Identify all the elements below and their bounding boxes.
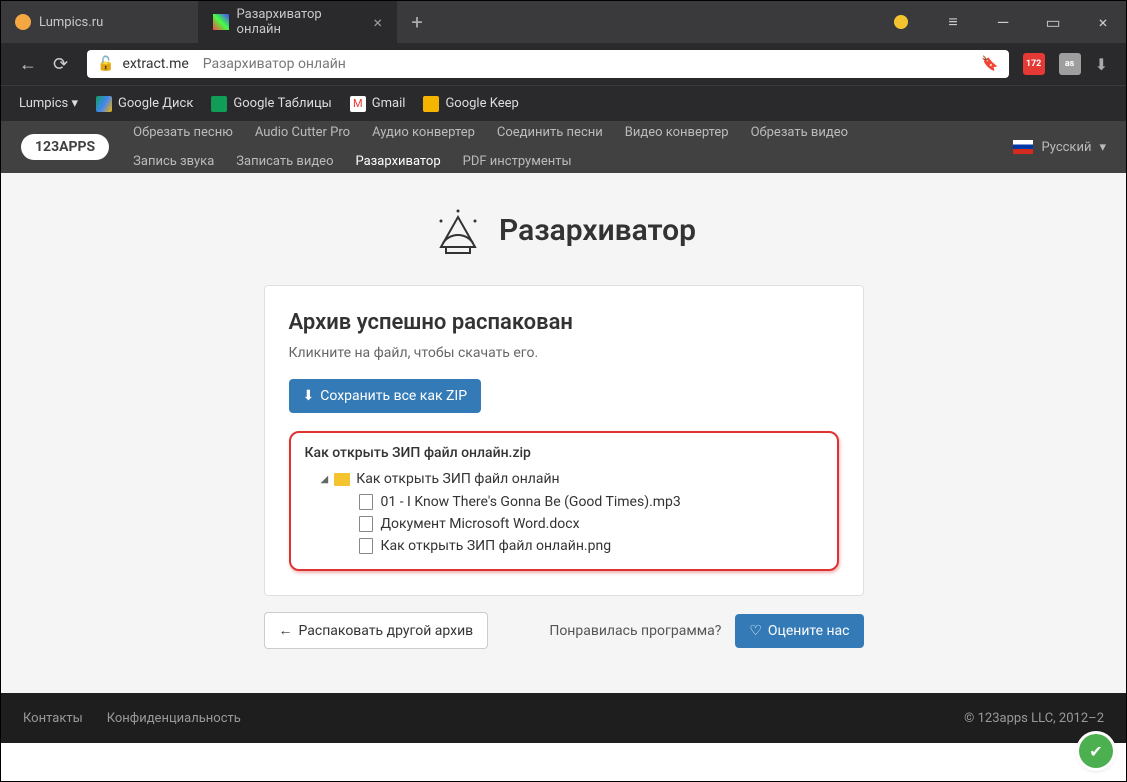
tree-file[interactable]: Документ Microsoft Word.docx bbox=[305, 513, 823, 535]
tree-file[interactable]: 01 - I Know There's Gonna Be (Good Times… bbox=[305, 491, 823, 513]
keep-icon bbox=[423, 96, 439, 112]
arrow-left-icon: ← bbox=[279, 622, 293, 639]
bookmark-gmail[interactable]: M Gmail bbox=[350, 96, 406, 112]
bookmark-drive[interactable]: Google Диск bbox=[96, 96, 193, 112]
topnav-links: Обрезать песню Audio Cutter Pro Аудио ко… bbox=[133, 121, 853, 174]
footer-copyright: © 123apps LLC, 2012–2 bbox=[964, 711, 1104, 726]
status-dot-icon bbox=[894, 15, 908, 29]
tab-label: Lumpics.ru bbox=[39, 15, 103, 30]
back-button[interactable]: ← bbox=[19, 54, 39, 75]
flag-ru-icon bbox=[1013, 140, 1033, 154]
main-content: Разархиватор Архив успешно распакован Кл… bbox=[1, 173, 1126, 693]
calendar-ext-icon[interactable]: 172 bbox=[1023, 53, 1045, 75]
address-bar: ← ⟳ 🔓 extract.me Разархиватор онлайн 🔖 1… bbox=[1, 43, 1126, 85]
maximize-button[interactable]: ▭ bbox=[1030, 1, 1076, 43]
rainbow-icon bbox=[213, 14, 229, 30]
actions-row: ← Распаковать другой архив Понравилась п… bbox=[264, 612, 864, 649]
collapse-icon[interactable]: ◢ bbox=[321, 474, 329, 485]
download-icon[interactable]: ⬇ bbox=[1095, 55, 1108, 74]
footer-privacy[interactable]: Конфиденциальность bbox=[107, 711, 241, 726]
close-icon[interactable]: × bbox=[373, 13, 382, 32]
new-tab-button[interactable]: + bbox=[397, 1, 437, 43]
drive-icon bbox=[96, 96, 112, 112]
bookmarks-bar: Lumpics ▾ Google Диск Google Таблицы M Gm… bbox=[1, 85, 1126, 121]
nav-link[interactable]: Аудио конвертер bbox=[372, 121, 475, 144]
language-label: Русский bbox=[1041, 140, 1091, 155]
gmail-icon: M bbox=[350, 96, 366, 112]
heart-icon: ♡ bbox=[749, 623, 762, 639]
card-subtext: Кликните на файл, чтобы скачать его. bbox=[289, 345, 839, 361]
hero: Разархиватор bbox=[1, 203, 1126, 257]
audio-file-icon bbox=[359, 494, 373, 510]
bookmark-icon[interactable]: 🔖 bbox=[981, 56, 998, 72]
nav-link[interactable]: PDF инструменты bbox=[463, 150, 572, 173]
result-card: Архив успешно распакован Кликните на фай… bbox=[264, 285, 864, 596]
lastfm-ext-icon[interactable]: as bbox=[1059, 53, 1081, 75]
globe-icon bbox=[15, 14, 31, 30]
chevron-down-icon: ▾ bbox=[1099, 140, 1106, 155]
window-controls: ≡ — ▭ × bbox=[894, 1, 1126, 43]
button-label: Сохранить все как ZIP bbox=[320, 388, 467, 404]
file-label: 01 - I Know There's Gonna Be (Good Times… bbox=[381, 494, 681, 510]
rainbow-box-icon bbox=[431, 203, 485, 257]
bookmark-keep[interactable]: Google Keep bbox=[423, 96, 518, 112]
reload-button[interactable]: ⟳ bbox=[53, 54, 73, 75]
folder-label: Как открыть ЗИП файл онлайн bbox=[356, 471, 559, 487]
nav-link[interactable]: Audio Cutter Pro bbox=[255, 121, 350, 144]
bookmark-lumpics[interactable]: Lumpics ▾ bbox=[19, 96, 78, 111]
close-button[interactable]: × bbox=[1080, 1, 1126, 43]
tab-label: Разархиватор онлайн bbox=[237, 7, 366, 37]
bookmark-label: Lumpics ▾ bbox=[19, 96, 78, 111]
nav-link[interactable]: Обрезать видео bbox=[751, 121, 848, 144]
unpack-another-button[interactable]: ← Распаковать другой архив bbox=[264, 612, 489, 649]
url-domain: extract.me bbox=[122, 56, 188, 72]
menu-button[interactable]: ≡ bbox=[930, 1, 976, 43]
download-icon: ⬇ bbox=[303, 388, 315, 404]
url-input[interactable]: 🔓 extract.me Разархиватор онлайн 🔖 bbox=[87, 50, 1009, 78]
nav-link[interactable]: Обрезать песню bbox=[133, 121, 233, 144]
card-heading: Архив успешно распакован bbox=[289, 310, 839, 335]
minimize-button[interactable]: — bbox=[980, 1, 1026, 43]
site-logo[interactable]: 123APPS bbox=[21, 134, 109, 160]
site-footer: Контакты Конфиденциальность © 123apps LL… bbox=[1, 693, 1126, 743]
tab-extract[interactable]: Разархиватор онлайн × bbox=[199, 1, 397, 43]
bookmark-label: Google Keep bbox=[445, 96, 518, 111]
button-label: Оцените нас bbox=[768, 623, 850, 639]
page-title: Разархиватор bbox=[499, 213, 696, 248]
tab-bar: Lumpics.ru Разархиватор онлайн × + ≡ — ▭… bbox=[1, 1, 1126, 43]
bookmark-sheets[interactable]: Google Таблицы bbox=[211, 96, 331, 112]
tree-root[interactable]: Как открыть ЗИП файл онлайн.zip bbox=[305, 445, 823, 461]
lock-open-icon: 🔓 bbox=[97, 56, 114, 72]
site-topnav: 123APPS Обрезать песню Audio Cutter Pro … bbox=[1, 121, 1126, 173]
shield-check-icon[interactable]: ✔ bbox=[1079, 734, 1113, 768]
bookmark-label: Gmail bbox=[372, 96, 406, 111]
url-title: Разархиватор онлайн bbox=[203, 56, 346, 72]
file-tree: Как открыть ЗИП файл онлайн.zip ◢ Как от… bbox=[289, 431, 839, 571]
sheets-icon bbox=[211, 96, 227, 112]
bookmark-label: Google Диск bbox=[118, 96, 193, 111]
save-zip-button[interactable]: ⬇ Сохранить все как ZIP bbox=[289, 379, 482, 413]
tree-file[interactable]: Как открыть ЗИП файл онлайн.png bbox=[305, 535, 823, 557]
nav-link[interactable]: Соединить песни bbox=[497, 121, 603, 144]
bookmark-label: Google Таблицы bbox=[233, 96, 331, 111]
rate-button[interactable]: ♡ Оцените нас bbox=[735, 614, 863, 648]
footer-contacts[interactable]: Контакты bbox=[23, 711, 83, 726]
like-prompt: Понравилась программа? bbox=[549, 623, 721, 639]
button-label: Распаковать другой архив bbox=[299, 623, 474, 639]
file-label: Документ Microsoft Word.docx bbox=[381, 516, 580, 532]
doc-file-icon bbox=[359, 516, 373, 532]
nav-link[interactable]: Запись звука bbox=[133, 150, 214, 173]
nav-link-active[interactable]: Разархиватор bbox=[355, 150, 440, 173]
tab-lumpics[interactable]: Lumpics.ru bbox=[1, 1, 199, 43]
file-label: Как открыть ЗИП файл онлайн.png bbox=[381, 538, 612, 554]
language-selector[interactable]: Русский ▾ bbox=[1013, 140, 1106, 155]
tree-folder[interactable]: ◢ Как открыть ЗИП файл онлайн bbox=[305, 467, 823, 491]
nav-link[interactable]: Видео конвертер bbox=[625, 121, 729, 144]
nav-link[interactable]: Записать видео bbox=[236, 150, 333, 173]
image-file-icon bbox=[359, 538, 373, 554]
folder-icon bbox=[334, 473, 350, 486]
